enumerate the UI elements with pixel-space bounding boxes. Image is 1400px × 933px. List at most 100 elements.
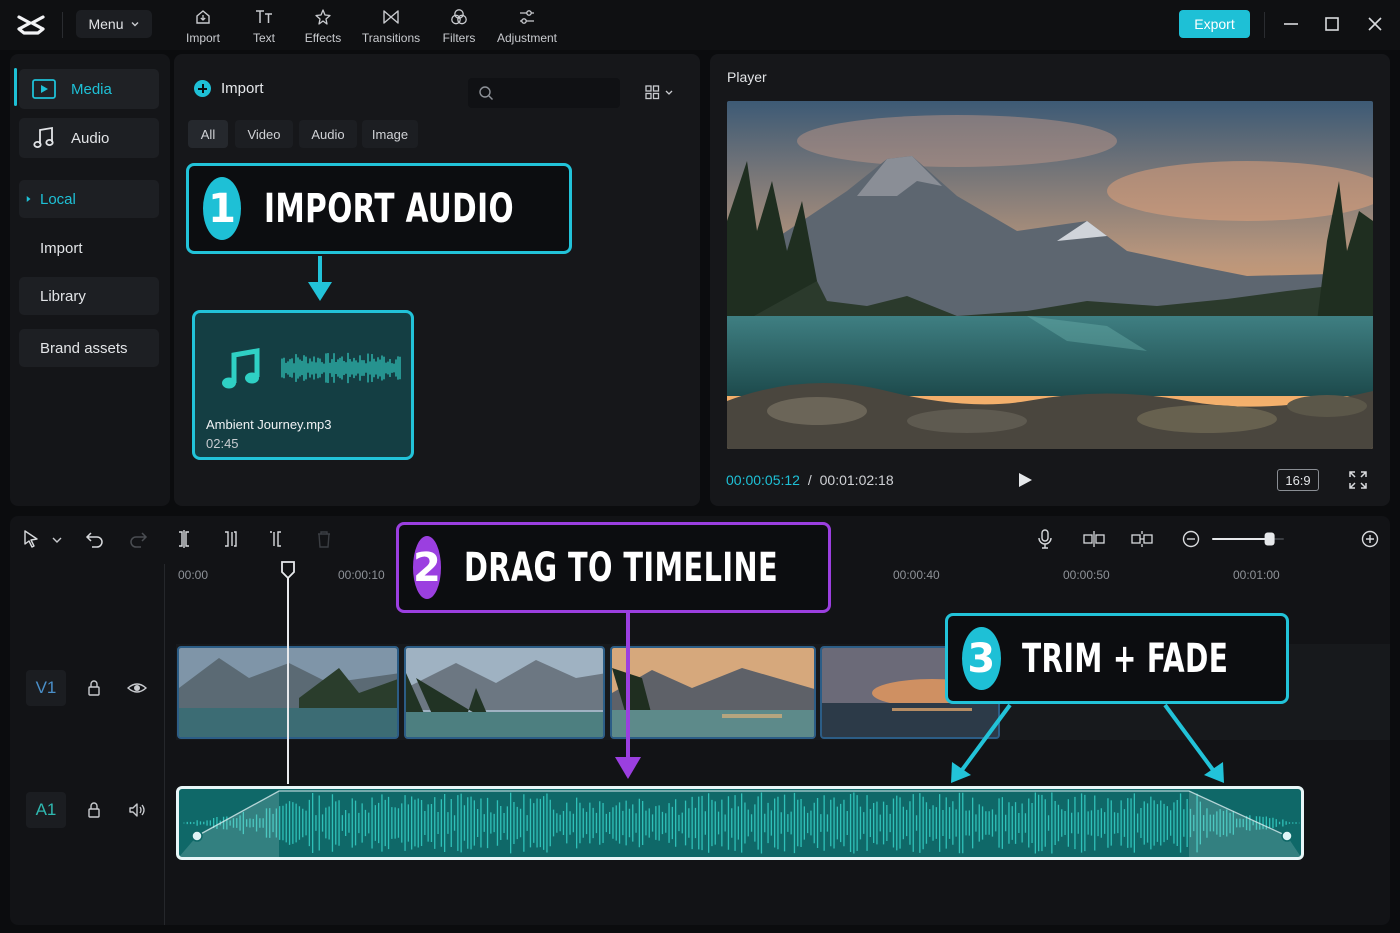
filter-tab-video[interactable]: Video <box>235 120 293 148</box>
left-nav-panel: Media Audio Local Import Library Brand a… <box>10 54 170 506</box>
lock-icon[interactable] <box>84 800 104 820</box>
microphone-icon[interactable] <box>1034 528 1056 550</box>
transitions-icon <box>383 10 399 24</box>
playhead-handle[interactable] <box>280 560 296 580</box>
toolbar-filters[interactable]: Filters <box>441 8 477 46</box>
audio-clip[interactable] <box>176 786 1304 860</box>
current-time: 00:00:05:12 <box>726 472 800 488</box>
toolbar-transitions[interactable]: Transitions <box>362 8 420 46</box>
toolbar-import-label: Import <box>185 31 220 45</box>
audio-asset-card[interactable]: Ambient Journey.mp3 02:45 <box>192 310 414 460</box>
trim-left-icon[interactable] <box>219 528 241 550</box>
callout-text: DRAG TO TIMELINE <box>463 544 778 591</box>
track-headers: V1 A1 <box>10 564 164 925</box>
callout-drag-to-timeline: 2 DRAG TO TIMELINE <box>396 522 831 613</box>
landscape-image <box>727 101 1373 449</box>
playhead-line[interactable] <box>287 576 289 784</box>
video-clip[interactable] <box>610 646 816 739</box>
undo-icon[interactable] <box>84 528 106 550</box>
ruler-label: 00:00 <box>178 568 209 582</box>
snap-icon[interactable] <box>1130 528 1154 550</box>
toolbar-adjustment[interactable]: Adjustment <box>496 8 558 46</box>
chevron-down-icon[interactable] <box>50 528 64 550</box>
track-divider <box>164 564 165 925</box>
ruler-label: 00:00:10 <box>338 568 385 582</box>
nav-item-audio[interactable]: Audio <box>19 118 159 158</box>
menu-button[interactable]: Menu <box>76 10 152 38</box>
timecode: 00:00:05:12 / 00:01:02:18 <box>726 472 894 488</box>
import-label: Import <box>221 80 264 97</box>
toolbar-text-label: Text <box>252 31 275 45</box>
sub-item-local[interactable]: Local <box>19 180 159 218</box>
sub-item-brand-assets-label: Brand assets <box>40 339 128 357</box>
asset-name: Ambient Journey.mp3 <box>206 417 332 432</box>
filter-tab-all[interactable]: All <box>188 120 228 148</box>
filter-tab-image[interactable]: Image <box>362 120 418 148</box>
delete-icon[interactable] <box>313 528 335 550</box>
player-title: Player <box>727 69 767 85</box>
video-clip[interactable] <box>404 646 605 739</box>
callout-trim-fade: 3 TRIM + FADE <box>945 613 1289 704</box>
audio-waveform <box>179 790 1301 857</box>
close-icon[interactable] <box>1364 13 1386 35</box>
music-note-icon <box>33 126 54 148</box>
video-preview[interactable] <box>727 101 1373 449</box>
select-cursor-icon[interactable] <box>21 528 43 550</box>
toolbar-adjustment-label: Adjustment <box>496 31 558 45</box>
callout-text: IMPORT AUDIO <box>264 185 515 232</box>
sub-item-import[interactable]: Import <box>19 229 159 267</box>
zoom-slider[interactable] <box>1210 531 1286 547</box>
minimize-icon[interactable] <box>1280 13 1302 35</box>
total-time: 00:01:02:18 <box>819 472 894 488</box>
search-input[interactable] <box>468 78 620 108</box>
nav-item-media-label: Media <box>71 80 112 98</box>
music-note-icon <box>222 348 260 389</box>
toolbar-filters-label: Filters <box>442 31 476 45</box>
clip-thumbnail <box>612 648 814 737</box>
fullscreen-icon[interactable] <box>1348 470 1368 490</box>
divider <box>1264 12 1265 38</box>
filter-tab-audio[interactable]: Audio <box>299 120 357 148</box>
filters-icon <box>451 9 467 25</box>
plus-icon <box>194 80 211 97</box>
active-indicator <box>14 68 17 106</box>
track-label-a1: A1 <box>26 792 66 828</box>
time-separator: / <box>807 472 812 488</box>
export-button[interactable]: Export <box>1179 10 1250 38</box>
callout-text: TRIM + FADE <box>1021 635 1228 682</box>
speaker-icon[interactable] <box>127 800 147 820</box>
toolbar-import[interactable]: Import <box>184 8 222 46</box>
zoom-in-icon[interactable] <box>1359 528 1381 550</box>
text-icon <box>256 10 272 23</box>
split-icon[interactable] <box>173 528 195 550</box>
caret-right-icon <box>26 196 31 202</box>
lock-icon[interactable] <box>84 678 104 698</box>
toolbar-effects-label: Effects <box>304 31 342 45</box>
play-icon[interactable] <box>1016 471 1034 489</box>
player-panel: Player 00:00:05:12 / 00:01:02:18 16:9 <box>710 54 1390 506</box>
sub-item-library[interactable]: Library <box>19 277 159 315</box>
link-clips-icon[interactable] <box>1082 528 1106 550</box>
divider <box>62 12 63 38</box>
eye-icon[interactable] <box>127 678 147 698</box>
clip-thumbnail <box>406 648 603 737</box>
toolbar-effects[interactable]: Effects <box>303 8 343 46</box>
media-panel: Import All Video Audio Image 1 IMPORT AU… <box>174 54 700 506</box>
asset-duration: 02:45 <box>206 436 239 451</box>
maximize-icon[interactable] <box>1321 13 1343 35</box>
redo-icon[interactable] <box>127 528 149 550</box>
adjustment-icon <box>520 10 534 24</box>
import-button[interactable]: Import <box>194 80 264 97</box>
aspect-ratio-button[interactable]: 16:9 <box>1277 469 1319 491</box>
ruler-label: 00:00:50 <box>1063 568 1110 582</box>
media-icon <box>32 79 56 99</box>
trim-right-icon[interactable] <box>265 528 287 550</box>
sub-item-brand-assets[interactable]: Brand assets <box>19 329 159 367</box>
waveform-icon <box>281 352 401 384</box>
grid-view-icon[interactable] <box>644 84 678 102</box>
nav-item-media[interactable]: Media <box>19 69 159 109</box>
search-icon <box>479 86 493 100</box>
toolbar-text[interactable]: Text <box>249 8 279 46</box>
capcut-logo <box>17 15 45 35</box>
zoom-out-icon[interactable] <box>1180 528 1202 550</box>
